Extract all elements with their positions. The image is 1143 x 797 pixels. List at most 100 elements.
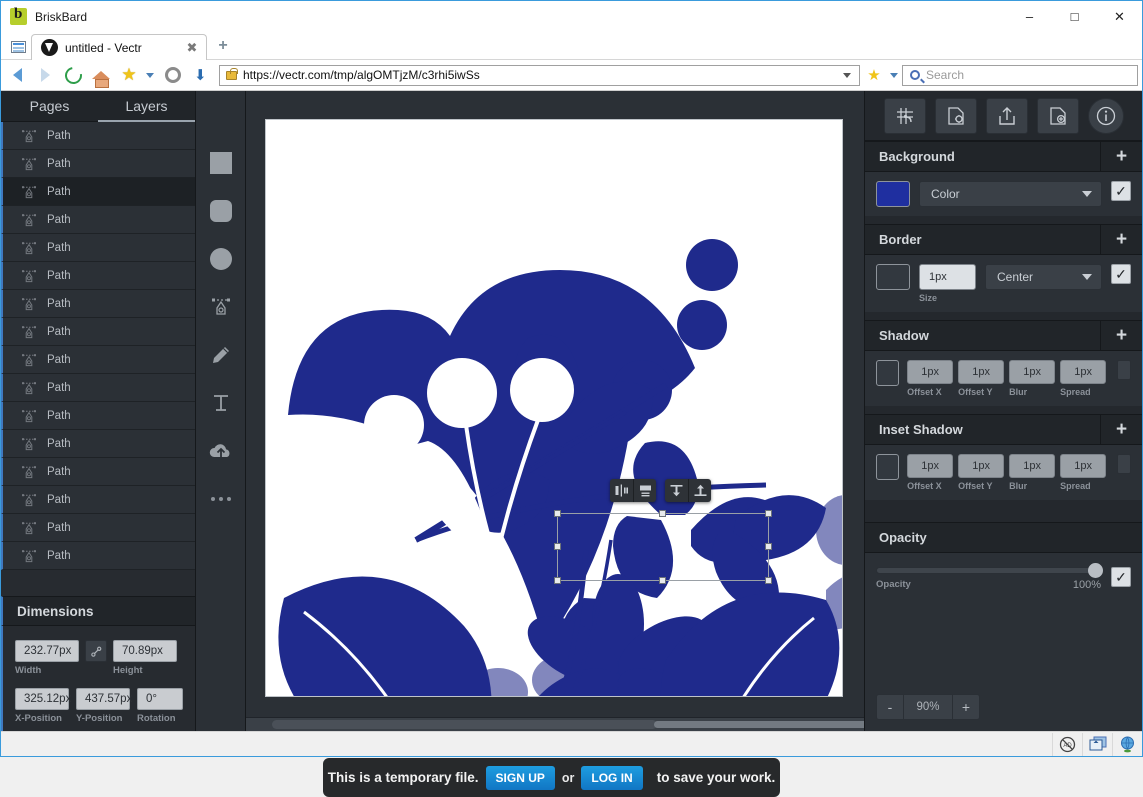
scrollbar-thumb[interactable] bbox=[654, 721, 864, 728]
border-position-select[interactable]: Center bbox=[985, 264, 1102, 290]
width-field[interactable]: 232.77px Width bbox=[15, 640, 79, 676]
value-input[interactable]: 1px bbox=[907, 360, 954, 384]
value-input[interactable]: 1px bbox=[1060, 454, 1107, 478]
spread-field[interactable]: 1px Spread bbox=[1060, 454, 1107, 491]
address-dropdown-icon[interactable] bbox=[843, 72, 851, 78]
border-size-input[interactable]: 1px bbox=[919, 264, 976, 290]
width-input[interactable]: 232.77px bbox=[15, 640, 79, 662]
y-position-input[interactable]: 437.57px bbox=[76, 688, 132, 710]
value-input[interactable]: 1px bbox=[1009, 360, 1056, 384]
layer-row[interactable]: Path bbox=[1, 542, 195, 570]
resize-handle-se[interactable] bbox=[765, 577, 772, 584]
downloads-button[interactable]: ⬇ bbox=[189, 63, 213, 87]
value-input[interactable]: 1px bbox=[1060, 360, 1107, 384]
opacity-slider-knob[interactable] bbox=[1088, 563, 1103, 578]
align-vertical-top-button[interactable] bbox=[665, 479, 688, 502]
opacity-slider-track[interactable] bbox=[876, 563, 1103, 578]
document-settings-button[interactable] bbox=[934, 97, 977, 134]
tab-pages[interactable]: Pages bbox=[1, 91, 98, 121]
layer-row[interactable]: Path bbox=[1, 178, 195, 206]
shadow-enabled-checkbox[interactable] bbox=[1117, 360, 1131, 380]
rectangle-tool[interactable] bbox=[196, 139, 245, 187]
layer-row[interactable]: Path bbox=[1, 234, 195, 262]
rounded-rectangle-tool[interactable] bbox=[196, 187, 245, 235]
offset-x-field[interactable]: 1px Offset X bbox=[907, 360, 954, 397]
add-bookmark-button[interactable]: ★ bbox=[864, 66, 884, 84]
text-tool[interactable] bbox=[196, 379, 245, 427]
border-size-field[interactable]: 1px Size bbox=[919, 264, 976, 303]
inset-shadow-enabled-checkbox[interactable] bbox=[1117, 454, 1131, 474]
bookmarks-button[interactable]: ★ bbox=[117, 63, 141, 87]
back-button[interactable] bbox=[5, 63, 29, 87]
layer-row[interactable]: Path bbox=[1, 458, 195, 486]
border-color-swatch[interactable] bbox=[876, 264, 910, 290]
new-tab-button[interactable]: + bbox=[212, 35, 234, 57]
selection-box[interactable] bbox=[554, 510, 772, 584]
zoom-in-button[interactable]: + bbox=[953, 695, 979, 719]
upload-tool[interactable] bbox=[196, 427, 245, 475]
value-input[interactable]: 1px bbox=[958, 360, 1005, 384]
resize-handle-sw[interactable] bbox=[554, 577, 561, 584]
new-document-button[interactable] bbox=[1036, 97, 1079, 134]
layer-row[interactable]: Path bbox=[1, 346, 195, 374]
background-type-select[interactable]: Color bbox=[919, 181, 1102, 207]
maximize-button[interactable]: □ bbox=[1052, 1, 1097, 32]
background-enabled-checkbox[interactable]: ✓ bbox=[1111, 181, 1131, 201]
home-button[interactable] bbox=[89, 63, 113, 88]
tab-thumbnail-button[interactable] bbox=[1082, 732, 1112, 756]
layer-row[interactable]: Path bbox=[1, 206, 195, 234]
close-button[interactable]: ✕ bbox=[1097, 1, 1142, 32]
x-position-input[interactable]: 325.12px bbox=[15, 688, 71, 710]
offset-y-field[interactable]: 1px Offset Y bbox=[958, 360, 1005, 397]
info-button[interactable] bbox=[1087, 97, 1124, 134]
value-input[interactable]: 1px bbox=[1009, 454, 1056, 478]
ellipse-tool[interactable] bbox=[196, 235, 245, 283]
y-position-field[interactable]: 437.57px Y-Position bbox=[76, 688, 132, 724]
export-button[interactable] bbox=[985, 97, 1028, 134]
blur-field[interactable]: 1px Blur bbox=[1009, 360, 1056, 397]
layer-row[interactable]: Path bbox=[1, 318, 195, 346]
align-vertical-bottom-button[interactable] bbox=[688, 479, 711, 502]
layer-row[interactable]: Path bbox=[1, 402, 195, 430]
pencil-tool[interactable] bbox=[196, 331, 245, 379]
layer-row[interactable]: Path bbox=[1, 290, 195, 318]
add-shadow-button[interactable]: + bbox=[1100, 320, 1142, 351]
canvas-horizontal-scrollbar[interactable] bbox=[246, 717, 864, 731]
artboard[interactable] bbox=[265, 119, 843, 697]
layer-row[interactable]: Path bbox=[1, 374, 195, 402]
inset-shadow-color-swatch[interactable] bbox=[876, 454, 900, 480]
value-input[interactable]: 1px bbox=[907, 454, 954, 478]
layer-row[interactable]: Path bbox=[1, 150, 195, 178]
blur-field[interactable]: 1px Blur bbox=[1009, 454, 1056, 491]
resize-handle-ne[interactable] bbox=[765, 510, 772, 517]
zoom-out-button[interactable]: - bbox=[877, 695, 903, 719]
zoom-level-value[interactable]: 90% bbox=[903, 695, 953, 719]
height-field[interactable]: 70.89px Height bbox=[113, 640, 177, 676]
resize-handle-w[interactable] bbox=[554, 543, 561, 550]
resize-handle-e[interactable] bbox=[765, 543, 772, 550]
link-dimensions-button[interactable] bbox=[85, 640, 107, 662]
minimize-button[interactable]: – bbox=[1007, 1, 1052, 32]
rotation-input[interactable]: 0° bbox=[137, 688, 183, 710]
tab-list-button[interactable] bbox=[5, 35, 31, 59]
reload-button[interactable] bbox=[61, 63, 85, 87]
layer-row[interactable]: Path bbox=[1, 486, 195, 514]
layer-row[interactable]: Path bbox=[1, 122, 195, 150]
browser-tab-vectr[interactable]: untitled - Vectr ✖ bbox=[31, 34, 207, 60]
distribute-horizontal-button[interactable] bbox=[633, 479, 656, 502]
settings-button[interactable] bbox=[161, 63, 185, 87]
opacity-slider[interactable]: Opacity 100% bbox=[876, 563, 1103, 591]
layer-row[interactable]: Path bbox=[1, 514, 195, 542]
spread-field[interactable]: 1px Spread bbox=[1060, 360, 1107, 397]
address-extra-dropdown[interactable] bbox=[888, 63, 902, 87]
globe-button[interactable] bbox=[1112, 732, 1142, 756]
tab-layers[interactable]: Layers bbox=[98, 91, 195, 122]
sign-up-button[interactable]: SIGN UP bbox=[485, 765, 555, 790]
layer-row[interactable]: Path bbox=[1, 430, 195, 458]
canvas-area[interactable] bbox=[246, 91, 864, 731]
grid-snap-button[interactable] bbox=[883, 97, 926, 134]
scrollbar-track-left[interactable] bbox=[272, 720, 657, 729]
opacity-enabled-checkbox[interactable]: ✓ bbox=[1111, 567, 1131, 587]
offset-y-field[interactable]: 1px Offset Y bbox=[958, 454, 1005, 491]
layer-list[interactable]: Path Path Path Path Path Path Path Path Path Path… bbox=[1, 122, 195, 596]
